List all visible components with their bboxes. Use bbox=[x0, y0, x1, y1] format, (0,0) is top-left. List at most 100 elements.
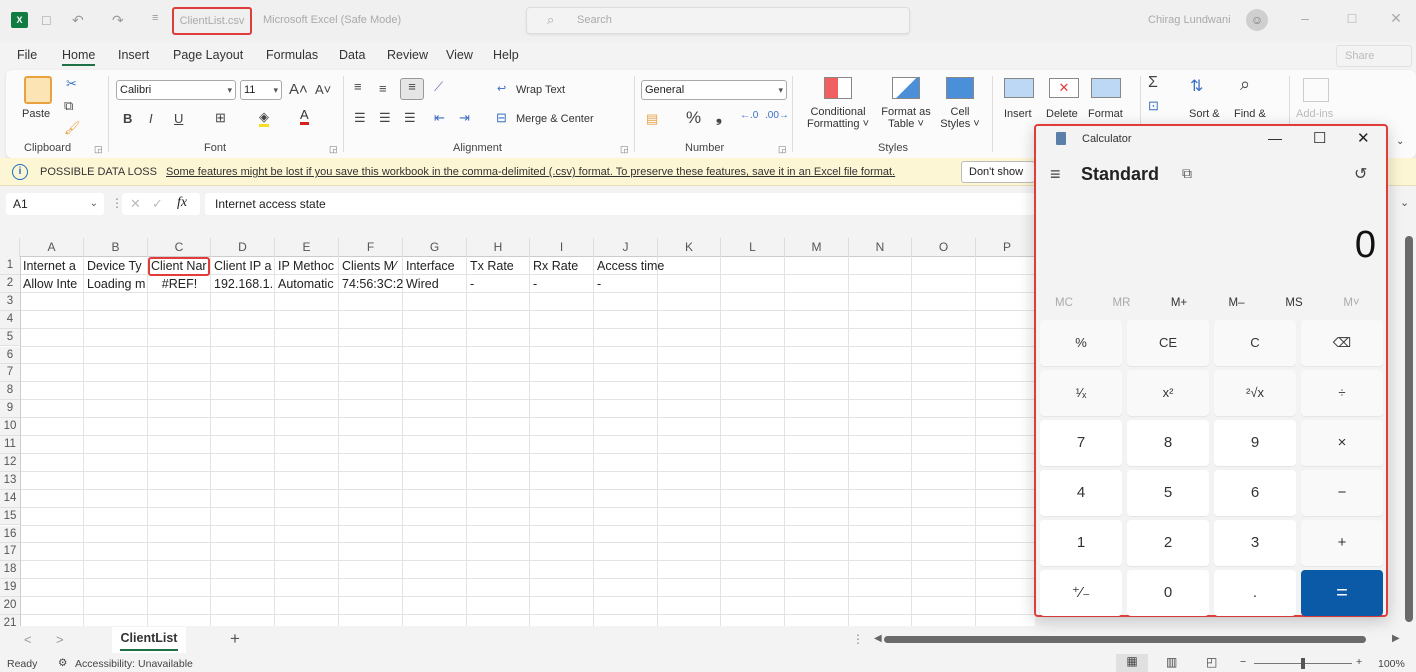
maximize-button[interactable]: □ bbox=[1342, 10, 1362, 26]
close-button[interactable]: ✕ bbox=[1386, 10, 1406, 27]
row-header-7[interactable]: 7 bbox=[0, 364, 20, 383]
insert-function-button[interactable]: fx bbox=[177, 195, 187, 211]
conditional-formatting-icon[interactable] bbox=[824, 77, 852, 99]
cell-j1[interactable]: Access time bbox=[594, 257, 724, 275]
row-header-14[interactable]: 14 bbox=[0, 489, 20, 508]
row-header-11[interactable]: 11 bbox=[0, 436, 20, 454]
grow-font-button[interactable]: A˄ bbox=[289, 81, 308, 98]
tab-file[interactable]: File bbox=[17, 48, 37, 62]
row-header-3[interactable]: 3 bbox=[0, 292, 20, 311]
backspace-key[interactable]: ⌫ bbox=[1301, 320, 1383, 366]
memory-add-button[interactable]: M+ bbox=[1157, 297, 1201, 309]
prev-sheet-button[interactable]: < bbox=[24, 632, 32, 647]
column-header-e[interactable]: E bbox=[275, 238, 339, 257]
cell-g1[interactable]: Interface bbox=[403, 257, 467, 275]
merge-center-button[interactable]: Merge & Center bbox=[516, 113, 594, 125]
align-left-icon[interactable]: ☰ bbox=[354, 110, 366, 126]
calc-maximize-button[interactable]: ☐ bbox=[1313, 129, 1326, 147]
cell-i2[interactable]: - bbox=[530, 275, 594, 293]
add-sheet-button[interactable]: + bbox=[230, 629, 240, 649]
sort-filter-button[interactable]: Sort & bbox=[1189, 108, 1220, 120]
name-box[interactable]: A1 ⌄ bbox=[6, 193, 104, 215]
row-header-19[interactable]: 19 bbox=[0, 579, 20, 598]
row-header-21[interactable]: 21 bbox=[0, 615, 20, 626]
clear-key[interactable]: C bbox=[1214, 320, 1296, 366]
tab-page-layout[interactable]: Page Layout bbox=[173, 48, 243, 62]
row-header-15[interactable]: 15 bbox=[0, 507, 20, 526]
format-cells-button[interactable]: Format bbox=[1088, 108, 1123, 120]
memory-subtract-button[interactable]: M– bbox=[1215, 297, 1259, 309]
delete-cells-icon[interactable]: ✕ bbox=[1049, 78, 1079, 98]
align-center-icon[interactable]: ☰ bbox=[379, 110, 391, 126]
italic-button[interactable]: I bbox=[149, 111, 153, 126]
five-key[interactable]: 5 bbox=[1127, 470, 1209, 516]
format-painter-icon[interactable]: 🖌 bbox=[64, 120, 81, 136]
row-header-2[interactable]: 2 bbox=[0, 274, 20, 293]
vertical-scrollbar[interactable] bbox=[1405, 236, 1413, 622]
column-header-h[interactable]: H bbox=[467, 238, 530, 257]
paste-icon[interactable] bbox=[24, 76, 52, 104]
align-right-icon[interactable]: ☰ bbox=[404, 110, 416, 126]
cell-f2[interactable]: 74:56:3C:2 bbox=[339, 275, 403, 293]
wrap-text-icon[interactable]: ↩ bbox=[497, 82, 506, 95]
tab-review[interactable]: Review bbox=[387, 48, 428, 62]
column-header-n[interactable]: N bbox=[849, 238, 912, 257]
clear-entry-key[interactable]: CE bbox=[1127, 320, 1209, 366]
autosum-button[interactable]: Σ bbox=[1148, 74, 1158, 92]
cell-h1[interactable]: Tx Rate bbox=[467, 257, 530, 275]
zoom-out-button[interactable]: − bbox=[1240, 656, 1246, 668]
column-header-d[interactable]: D bbox=[211, 238, 275, 257]
cell-e1[interactable]: IP Methoc bbox=[275, 257, 339, 275]
subtract-key[interactable]: − bbox=[1301, 470, 1383, 516]
formula-input[interactable]: Internet access state bbox=[205, 193, 1035, 215]
font-size-dropdown[interactable]: 11 ▾ bbox=[240, 80, 282, 100]
collapse-ribbon-icon[interactable]: ⌄ bbox=[1396, 136, 1404, 147]
search-input[interactable]: ⌕ Search bbox=[526, 7, 910, 34]
bold-button[interactable]: B bbox=[123, 111, 132, 126]
cancel-icon[interactable]: ✕ bbox=[130, 196, 141, 212]
zoom-level[interactable]: 100% bbox=[1378, 658, 1405, 670]
memory-store-button[interactable]: MS bbox=[1272, 297, 1316, 309]
undo-icon[interactable]: ↶ bbox=[72, 12, 84, 29]
insert-cells-button[interactable]: Insert bbox=[1004, 108, 1032, 120]
shrink-font-button[interactable]: A˅ bbox=[315, 82, 331, 97]
decrease-indent-icon[interactable]: ⇤ bbox=[434, 110, 445, 126]
cell-d1[interactable]: Client IP a bbox=[211, 257, 275, 275]
tab-splitter-icon[interactable]: ⋮ bbox=[852, 632, 864, 646]
increase-indent-icon[interactable]: ⇥ bbox=[459, 110, 470, 126]
percent-style-button[interactable]: % bbox=[686, 108, 701, 128]
cell-b1[interactable]: Device Ty bbox=[84, 257, 148, 275]
hamburger-menu-icon[interactable]: ≡ bbox=[1050, 164, 1061, 185]
eight-key[interactable]: 8 bbox=[1127, 420, 1209, 466]
decrease-decimal-icon[interactable]: .00→ bbox=[765, 110, 789, 121]
cell-b2[interactable]: Loading m bbox=[84, 275, 148, 293]
decimal-key[interactable]: . bbox=[1214, 570, 1296, 616]
cell-i1[interactable]: Rx Rate bbox=[530, 257, 594, 275]
save-icon[interactable]: □ bbox=[42, 12, 50, 28]
number-launcher-icon[interactable]: ◲ bbox=[778, 144, 787, 155]
cell-a2[interactable]: Allow Inte bbox=[20, 275, 84, 293]
row-header-4[interactable]: 4 bbox=[0, 310, 20, 329]
sort-filter-icon[interactable]: ⇅ bbox=[1190, 76, 1203, 96]
cell-styles-button[interactable]: Cell Styles ˅ bbox=[934, 106, 986, 130]
tab-formulas[interactable]: Formulas bbox=[266, 48, 318, 62]
tab-data[interactable]: Data bbox=[339, 48, 365, 62]
middle-align-icon[interactable]: ≡ bbox=[379, 81, 387, 96]
comma-style-button[interactable]: ❟ bbox=[716, 109, 722, 126]
dont-show-again-button[interactable]: Don't show again bbox=[961, 161, 1035, 183]
row-header-1[interactable]: 1 bbox=[0, 257, 20, 275]
cell-styles-icon[interactable] bbox=[946, 77, 974, 99]
calc-close-button[interactable]: ✕ bbox=[1357, 129, 1370, 147]
accounting-format-icon[interactable]: ▤ bbox=[646, 111, 658, 127]
zoom-in-button[interactable]: + bbox=[1356, 656, 1362, 668]
calc-minimize-button[interactable]: — bbox=[1268, 130, 1282, 146]
horizontal-scrollbar[interactable] bbox=[884, 636, 1366, 643]
alignment-launcher-icon[interactable]: ◲ bbox=[620, 144, 629, 155]
increase-decimal-icon[interactable]: ←.0 bbox=[740, 110, 758, 121]
number-format-dropdown[interactable]: General ▾ bbox=[641, 80, 787, 100]
bottom-align-icon[interactable]: ≡ bbox=[400, 78, 424, 100]
select-all-corner[interactable] bbox=[0, 238, 20, 257]
avatar[interactable]: ☺ bbox=[1246, 9, 1268, 31]
infobar-message-link[interactable]: Some features might be lost if you save … bbox=[166, 166, 895, 178]
customize-toolbar-icon[interactable]: ≡ bbox=[152, 12, 158, 24]
